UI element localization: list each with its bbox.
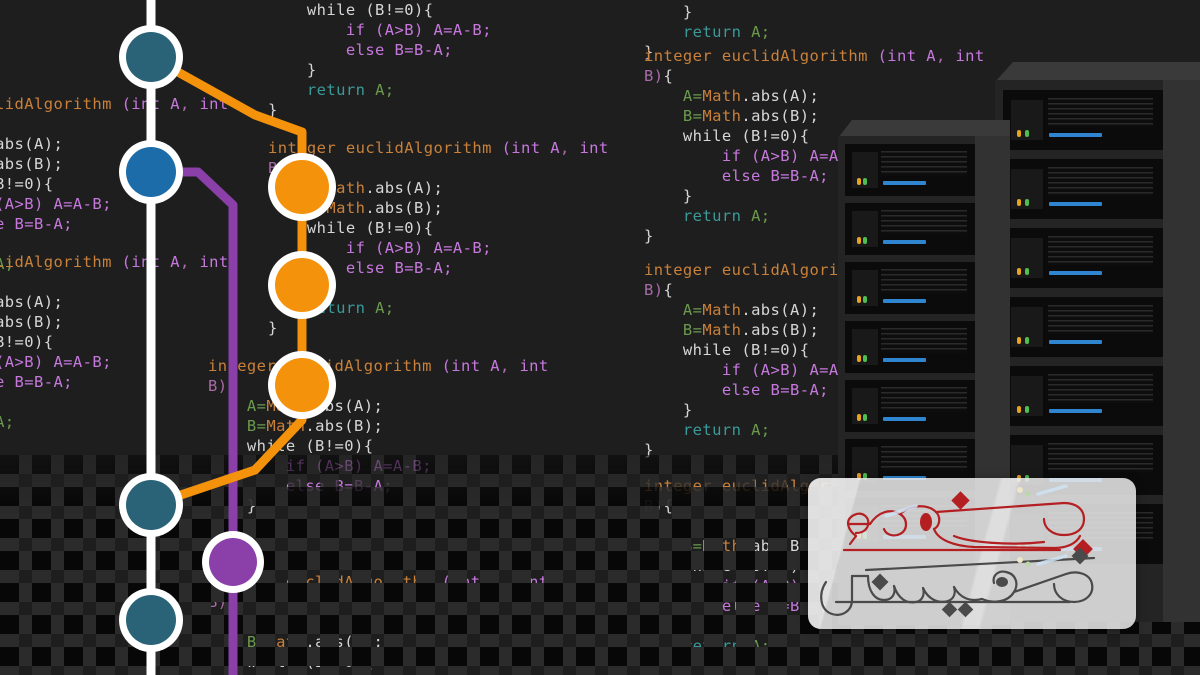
logo-line-1-diamonds <box>951 491 1093 559</box>
logo-light-streaks <box>884 484 1068 566</box>
screenshot-canvas: A; integer euclidAlgorithm (int A, int B… <box>0 0 1200 675</box>
brand-logo-mark <box>820 484 1096 618</box>
logo-sparkle-dots <box>1017 487 1031 567</box>
commit-node-c4[interactable] <box>268 251 336 319</box>
brand-logo-plate: برنامه نویسان Barnamenevisan <box>808 478 1136 629</box>
logo-line-2-nevisan <box>820 556 1096 616</box>
commit-node-c8[interactable] <box>119 588 183 652</box>
commit-node-c3[interactable] <box>268 153 336 221</box>
commit-node-c6[interactable] <box>119 473 183 537</box>
commit-node-c1[interactable] <box>119 25 183 89</box>
logo-line-1-barnameh <box>842 501 1086 552</box>
commit-node-c7[interactable] <box>202 531 264 593</box>
commit-node-c2[interactable] <box>119 140 183 204</box>
commit-node-c5[interactable] <box>268 351 336 419</box>
